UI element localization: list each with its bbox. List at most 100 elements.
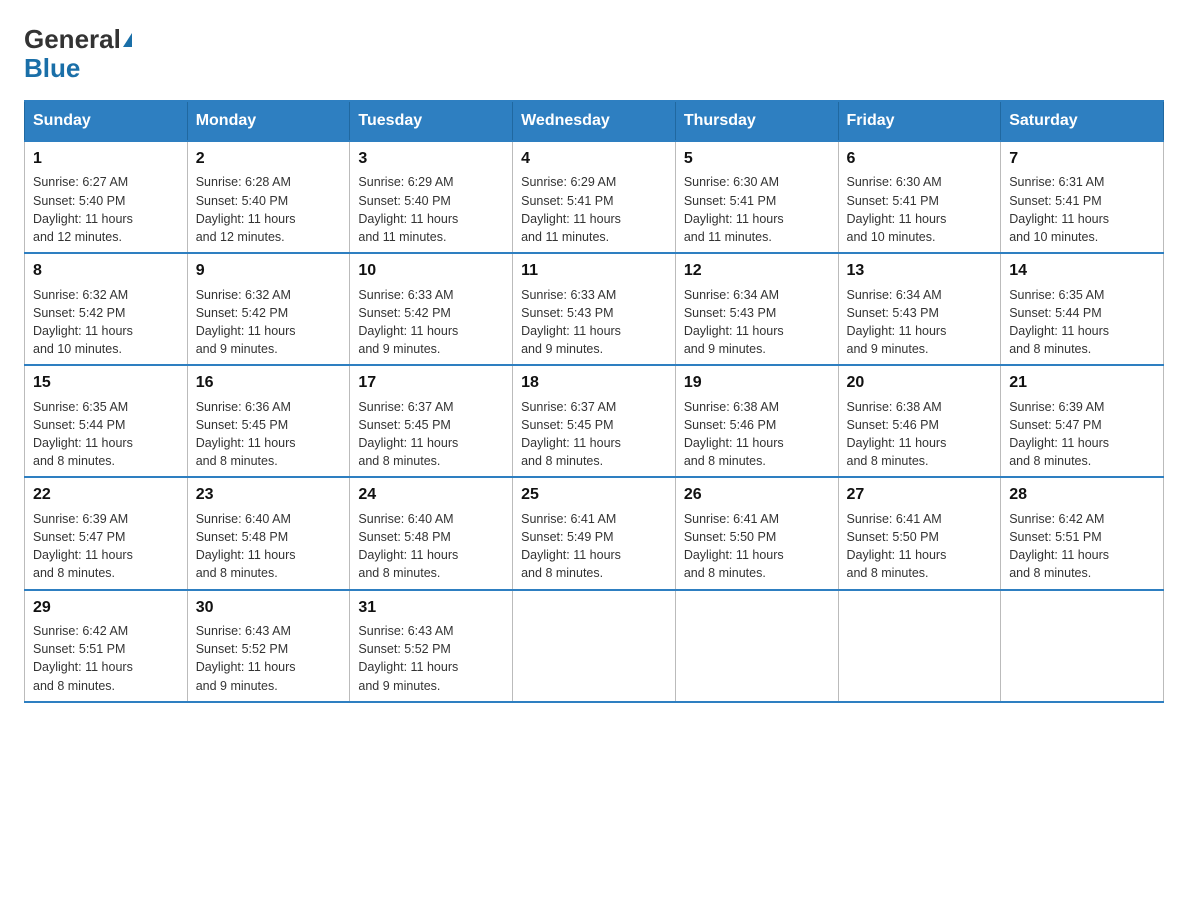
day-info: Sunrise: 6:33 AMSunset: 5:43 PMDaylight:…: [521, 288, 621, 357]
calendar-cell: 27 Sunrise: 6:41 AMSunset: 5:50 PMDaylig…: [838, 477, 1001, 589]
day-number: 24: [358, 484, 504, 506]
calendar-cell: 23 Sunrise: 6:40 AMSunset: 5:48 PMDaylig…: [187, 477, 350, 589]
calendar-cell: 15 Sunrise: 6:35 AMSunset: 5:44 PMDaylig…: [25, 365, 188, 477]
day-info: Sunrise: 6:41 AMSunset: 5:50 PMDaylight:…: [684, 512, 784, 581]
day-info: Sunrise: 6:35 AMSunset: 5:44 PMDaylight:…: [1009, 288, 1109, 357]
calendar-cell: 14 Sunrise: 6:35 AMSunset: 5:44 PMDaylig…: [1001, 253, 1164, 365]
column-header-monday: Monday: [187, 101, 350, 141]
calendar-cell: 26 Sunrise: 6:41 AMSunset: 5:50 PMDaylig…: [675, 477, 838, 589]
day-number: 11: [521, 260, 667, 282]
calendar-cell: 6 Sunrise: 6:30 AMSunset: 5:41 PMDayligh…: [838, 141, 1001, 253]
day-number: 28: [1009, 484, 1155, 506]
day-number: 27: [847, 484, 993, 506]
day-number: 5: [684, 148, 830, 170]
day-number: 10: [358, 260, 504, 282]
day-number: 7: [1009, 148, 1155, 170]
calendar-cell: 28 Sunrise: 6:42 AMSunset: 5:51 PMDaylig…: [1001, 477, 1164, 589]
day-info: Sunrise: 6:42 AMSunset: 5:51 PMDaylight:…: [33, 624, 133, 693]
day-number: 23: [196, 484, 342, 506]
calendar-cell: 30 Sunrise: 6:43 AMSunset: 5:52 PMDaylig…: [187, 590, 350, 702]
day-number: 25: [521, 484, 667, 506]
calendar-week-row: 22 Sunrise: 6:39 AMSunset: 5:47 PMDaylig…: [25, 477, 1164, 589]
calendar-cell: 10 Sunrise: 6:33 AMSunset: 5:42 PMDaylig…: [350, 253, 513, 365]
day-number: 6: [847, 148, 993, 170]
calendar-cell: 3 Sunrise: 6:29 AMSunset: 5:40 PMDayligh…: [350, 141, 513, 253]
day-info: Sunrise: 6:41 AMSunset: 5:49 PMDaylight:…: [521, 512, 621, 581]
logo-general-text: General: [24, 24, 121, 55]
day-number: 19: [684, 372, 830, 394]
day-info: Sunrise: 6:38 AMSunset: 5:46 PMDaylight:…: [847, 400, 947, 469]
calendar-cell: 8 Sunrise: 6:32 AMSunset: 5:42 PMDayligh…: [25, 253, 188, 365]
day-info: Sunrise: 6:30 AMSunset: 5:41 PMDaylight:…: [684, 175, 784, 244]
day-info: Sunrise: 6:29 AMSunset: 5:40 PMDaylight:…: [358, 175, 458, 244]
calendar-cell: [675, 590, 838, 702]
day-number: 29: [33, 597, 179, 619]
column-header-sunday: Sunday: [25, 101, 188, 141]
day-number: 3: [358, 148, 504, 170]
calendar-cell: 22 Sunrise: 6:39 AMSunset: 5:47 PMDaylig…: [25, 477, 188, 589]
page-header: General Blue: [24, 24, 1164, 84]
calendar-week-row: 1 Sunrise: 6:27 AMSunset: 5:40 PMDayligh…: [25, 141, 1164, 253]
calendar-cell: 17 Sunrise: 6:37 AMSunset: 5:45 PMDaylig…: [350, 365, 513, 477]
calendar-cell: 19 Sunrise: 6:38 AMSunset: 5:46 PMDaylig…: [675, 365, 838, 477]
day-info: Sunrise: 6:43 AMSunset: 5:52 PMDaylight:…: [358, 624, 458, 693]
calendar-cell: 18 Sunrise: 6:37 AMSunset: 5:45 PMDaylig…: [513, 365, 676, 477]
day-number: 17: [358, 372, 504, 394]
calendar-cell: 1 Sunrise: 6:27 AMSunset: 5:40 PMDayligh…: [25, 141, 188, 253]
day-info: Sunrise: 6:41 AMSunset: 5:50 PMDaylight:…: [847, 512, 947, 581]
logo: General Blue: [24, 24, 132, 84]
day-number: 14: [1009, 260, 1155, 282]
day-info: Sunrise: 6:37 AMSunset: 5:45 PMDaylight:…: [358, 400, 458, 469]
day-number: 16: [196, 372, 342, 394]
calendar-cell: 5 Sunrise: 6:30 AMSunset: 5:41 PMDayligh…: [675, 141, 838, 253]
calendar-table: SundayMondayTuesdayWednesdayThursdayFrid…: [24, 100, 1164, 703]
day-number: 1: [33, 148, 179, 170]
column-header-friday: Friday: [838, 101, 1001, 141]
calendar-cell: 13 Sunrise: 6:34 AMSunset: 5:43 PMDaylig…: [838, 253, 1001, 365]
calendar-cell: 16 Sunrise: 6:36 AMSunset: 5:45 PMDaylig…: [187, 365, 350, 477]
day-info: Sunrise: 6:39 AMSunset: 5:47 PMDaylight:…: [33, 512, 133, 581]
calendar-cell: 11 Sunrise: 6:33 AMSunset: 5:43 PMDaylig…: [513, 253, 676, 365]
calendar-cell: 20 Sunrise: 6:38 AMSunset: 5:46 PMDaylig…: [838, 365, 1001, 477]
calendar-cell: 4 Sunrise: 6:29 AMSunset: 5:41 PMDayligh…: [513, 141, 676, 253]
day-info: Sunrise: 6:43 AMSunset: 5:52 PMDaylight:…: [196, 624, 296, 693]
day-info: Sunrise: 6:31 AMSunset: 5:41 PMDaylight:…: [1009, 175, 1109, 244]
column-header-thursday: Thursday: [675, 101, 838, 141]
day-number: 20: [847, 372, 993, 394]
calendar-week-row: 15 Sunrise: 6:35 AMSunset: 5:44 PMDaylig…: [25, 365, 1164, 477]
calendar-cell: 25 Sunrise: 6:41 AMSunset: 5:49 PMDaylig…: [513, 477, 676, 589]
day-info: Sunrise: 6:29 AMSunset: 5:41 PMDaylight:…: [521, 175, 621, 244]
logo-triangle-icon: [123, 33, 132, 47]
day-number: 2: [196, 148, 342, 170]
day-number: 18: [521, 372, 667, 394]
calendar-header-row: SundayMondayTuesdayWednesdayThursdayFrid…: [25, 101, 1164, 141]
column-header-tuesday: Tuesday: [350, 101, 513, 141]
day-info: Sunrise: 6:30 AMSunset: 5:41 PMDaylight:…: [847, 175, 947, 244]
day-info: Sunrise: 6:39 AMSunset: 5:47 PMDaylight:…: [1009, 400, 1109, 469]
day-info: Sunrise: 6:36 AMSunset: 5:45 PMDaylight:…: [196, 400, 296, 469]
day-number: 30: [196, 597, 342, 619]
day-info: Sunrise: 6:28 AMSunset: 5:40 PMDaylight:…: [196, 175, 296, 244]
calendar-week-row: 8 Sunrise: 6:32 AMSunset: 5:42 PMDayligh…: [25, 253, 1164, 365]
day-number: 4: [521, 148, 667, 170]
calendar-cell: 31 Sunrise: 6:43 AMSunset: 5:52 PMDaylig…: [350, 590, 513, 702]
day-number: 22: [33, 484, 179, 506]
column-header-wednesday: Wednesday: [513, 101, 676, 141]
day-info: Sunrise: 6:34 AMSunset: 5:43 PMDaylight:…: [847, 288, 947, 357]
day-info: Sunrise: 6:33 AMSunset: 5:42 PMDaylight:…: [358, 288, 458, 357]
day-number: 15: [33, 372, 179, 394]
calendar-cell: 29 Sunrise: 6:42 AMSunset: 5:51 PMDaylig…: [25, 590, 188, 702]
calendar-cell: [513, 590, 676, 702]
calendar-cell: 9 Sunrise: 6:32 AMSunset: 5:42 PMDayligh…: [187, 253, 350, 365]
day-info: Sunrise: 6:27 AMSunset: 5:40 PMDaylight:…: [33, 175, 133, 244]
day-info: Sunrise: 6:32 AMSunset: 5:42 PMDaylight:…: [196, 288, 296, 357]
calendar-week-row: 29 Sunrise: 6:42 AMSunset: 5:51 PMDaylig…: [25, 590, 1164, 702]
calendar-cell: 7 Sunrise: 6:31 AMSunset: 5:41 PMDayligh…: [1001, 141, 1164, 253]
calendar-cell: 21 Sunrise: 6:39 AMSunset: 5:47 PMDaylig…: [1001, 365, 1164, 477]
calendar-cell: [838, 590, 1001, 702]
column-header-saturday: Saturday: [1001, 101, 1164, 141]
day-info: Sunrise: 6:40 AMSunset: 5:48 PMDaylight:…: [358, 512, 458, 581]
day-info: Sunrise: 6:37 AMSunset: 5:45 PMDaylight:…: [521, 400, 621, 469]
day-info: Sunrise: 6:40 AMSunset: 5:48 PMDaylight:…: [196, 512, 296, 581]
calendar-cell: [1001, 590, 1164, 702]
